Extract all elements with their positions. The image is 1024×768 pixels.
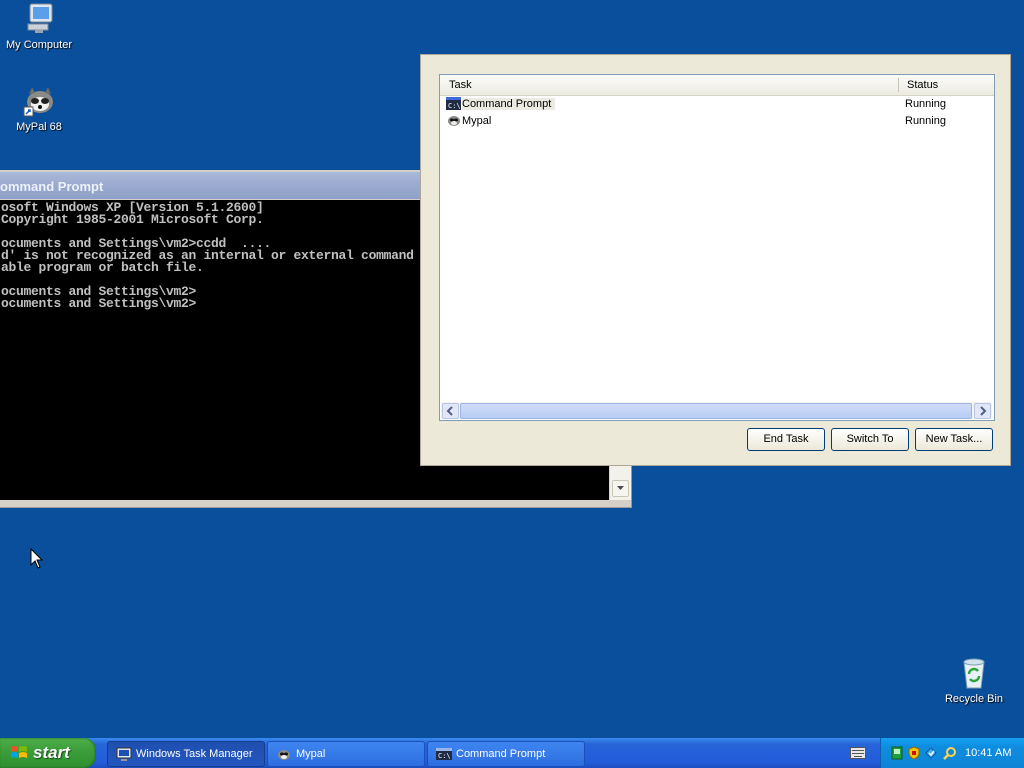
start-label: start [33, 743, 70, 762]
task-row-mypal[interactable]: Mypal Running [444, 113, 994, 129]
horizontal-scrollbar[interactable] [441, 402, 992, 419]
desktop-icon-label: Recycle Bin [944, 693, 1004, 705]
column-header-status[interactable]: Status [907, 79, 938, 91]
column-header-task[interactable]: Task [449, 79, 472, 91]
scroll-down-button[interactable] [612, 480, 629, 497]
start-button[interactable]: start [0, 738, 96, 768]
taskbar-item-label: Windows Task Manager [136, 748, 253, 760]
console-line: able program or batch file. [1, 260, 204, 275]
my-computer-icon [22, 2, 56, 36]
keyboard-icon[interactable] [850, 747, 866, 759]
task-manager-window[interactable]: Task Status C:\ Command Prompt Running M… [420, 54, 1011, 466]
svg-text:C:\: C:\ [438, 752, 451, 760]
update-icon[interactable] [924, 746, 938, 760]
task-name: Mypal [462, 115, 492, 127]
task-row-command-prompt[interactable]: C:\ Command Prompt Running [444, 96, 994, 112]
search-icon[interactable] [943, 746, 957, 760]
windows-logo-icon [10, 745, 28, 761]
cmd-icon: C:\ [436, 746, 452, 762]
taskbar: start Windows Task Manager Mypal C:\ Com… [0, 738, 1024, 768]
chevron-left-icon [446, 406, 453, 416]
task-manager-icon [116, 746, 132, 762]
mouse-cursor [30, 547, 44, 573]
taskbar-item-label: Mypal [296, 748, 326, 760]
scroll-left-button[interactable] [442, 403, 459, 419]
chevron-right-icon [980, 406, 987, 416]
taskbar-item-mypal[interactable]: Mypal [267, 741, 425, 767]
taskbar-item-label: Command Prompt [456, 748, 546, 760]
system-tray: 10:41 AM [880, 738, 1024, 768]
cmd-icon: C:\ [446, 97, 461, 110]
window-title: ommand Prompt [0, 179, 104, 194]
scroll-right-button[interactable] [974, 403, 991, 419]
recycle-bin-icon [957, 656, 991, 690]
task-list-header: Task Status [440, 75, 994, 96]
task-status: Running [905, 98, 946, 110]
scroll-thumb[interactable] [460, 403, 972, 419]
desktop-icon-label: My Computer [5, 39, 73, 51]
task-list[interactable]: Task Status C:\ Command Prompt Running M… [439, 74, 995, 421]
desktop-icon-mypal[interactable]: MyPal 68 [0, 84, 78, 134]
console-line: Copyright 1985-2001 Microsoft Corp. [1, 212, 264, 227]
task-name: Command Prompt [462, 98, 556, 110]
clock[interactable]: 10:41 AM [965, 747, 1011, 759]
chevron-down-icon [617, 486, 624, 490]
end-task-button[interactable]: End Task [747, 428, 825, 451]
security-shield-icon[interactable] [907, 746, 921, 760]
desktop-icon-label: MyPal 68 [16, 121, 62, 133]
mypal-icon [446, 114, 461, 127]
desktop-icon-recycle-bin[interactable]: Recycle Bin [935, 656, 1013, 706]
switch-to-button[interactable]: Switch To [831, 428, 909, 451]
taskbar-item-task-manager[interactable]: Windows Task Manager [107, 741, 265, 767]
column-divider[interactable] [898, 78, 899, 92]
console-line: ocuments and Settings\vm2> [1, 296, 197, 311]
network-icon[interactable] [890, 746, 904, 760]
svg-text:C:\: C:\ [448, 102, 461, 110]
new-task-button[interactable]: New Task... [915, 428, 993, 451]
mypal-icon [276, 746, 292, 762]
desktop-icon-my-computer[interactable]: My Computer [0, 2, 78, 52]
mypal-icon [22, 84, 56, 118]
task-status: Running [905, 115, 946, 127]
taskbar-item-command-prompt[interactable]: C:\ Command Prompt [427, 741, 585, 767]
